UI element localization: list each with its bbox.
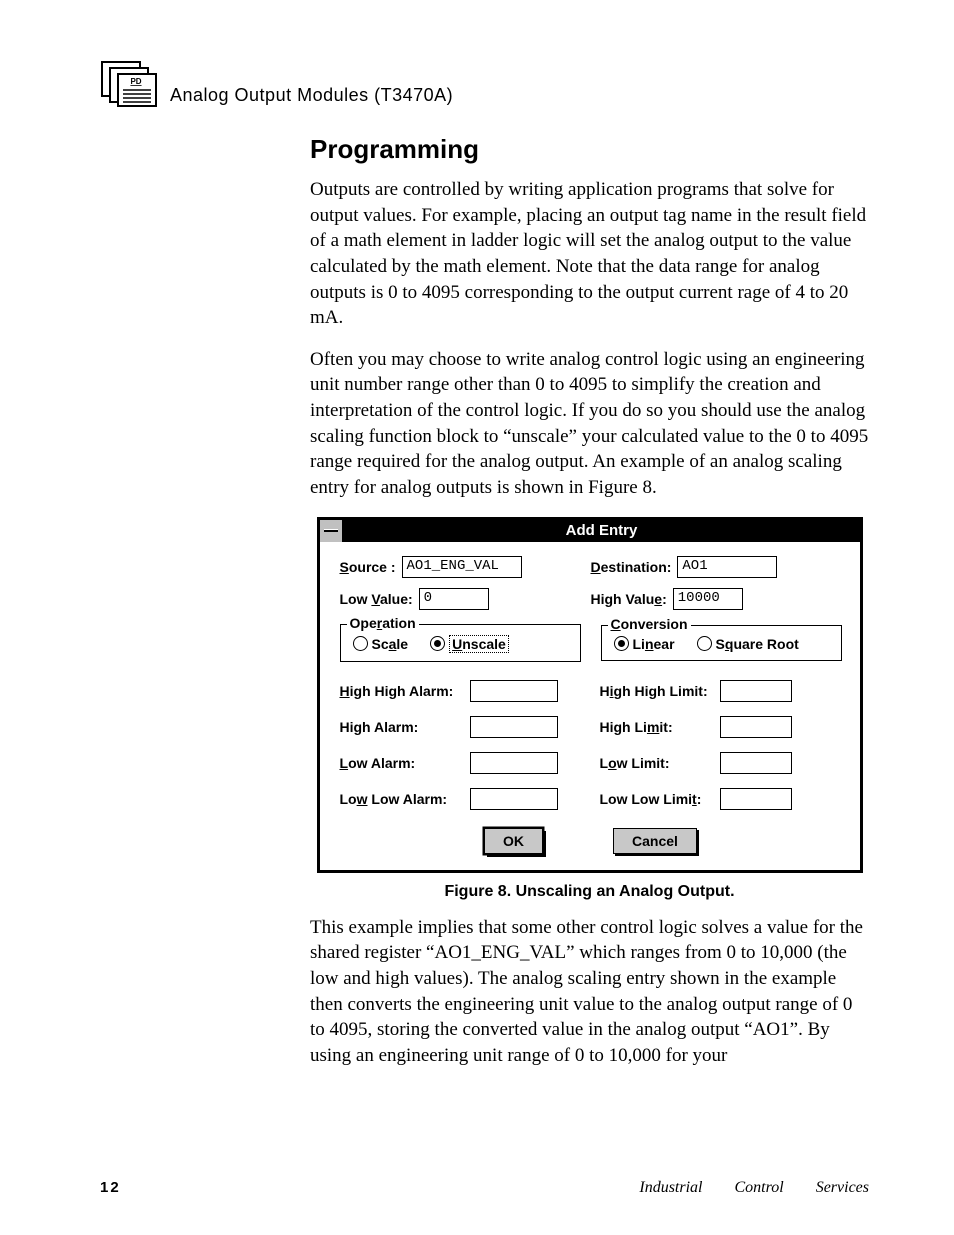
linear-radio[interactable] xyxy=(614,636,629,651)
unscale-radio[interactable] xyxy=(430,636,445,651)
svg-text:PD: PD xyxy=(130,77,141,86)
add-entry-dialog: Add Entry Source : AO1_ENG_VAL Destinati… xyxy=(317,517,863,873)
paragraph-3: This example implies that some other con… xyxy=(310,915,869,1069)
scale-label: Scale xyxy=(372,636,409,652)
cancel-button[interactable]: Cancel xyxy=(613,828,697,854)
high-high-limit-input[interactable] xyxy=(720,680,792,702)
destination-label: Destination: xyxy=(591,559,672,575)
source-label: Source : xyxy=(340,559,396,575)
high-limit-input[interactable] xyxy=(720,716,792,738)
high-value-label: High Value: xyxy=(591,591,667,607)
conversion-group: Conversion Linear Square Root xyxy=(601,625,842,661)
square-root-label: Square Root xyxy=(716,636,799,652)
unscale-label: Unscale xyxy=(449,635,509,653)
ok-button[interactable]: OK xyxy=(484,828,543,854)
linear-label: Linear xyxy=(633,636,675,652)
low-alarm-input[interactable] xyxy=(470,752,558,774)
square-root-radio[interactable] xyxy=(697,636,712,651)
scale-radio[interactable] xyxy=(353,636,368,651)
low-limit-input[interactable] xyxy=(720,752,792,774)
high-high-limit-label: High High Limit: xyxy=(600,683,720,699)
operation-group: Operation Scale Unscale xyxy=(340,624,581,662)
document-stack-icon: PD xyxy=(100,60,158,108)
source-input[interactable]: AO1_ENG_VAL xyxy=(402,556,522,578)
high-alarm-input[interactable] xyxy=(470,716,558,738)
system-menu-icon[interactable] xyxy=(320,520,344,542)
low-low-alarm-input[interactable] xyxy=(470,788,558,810)
header-title: Analog Output Modules (T3470A) xyxy=(170,85,453,108)
section-heading: Programming xyxy=(310,134,869,165)
paragraph-2: Often you may choose to write analog con… xyxy=(310,347,869,501)
high-value-input[interactable]: 10000 xyxy=(673,588,743,610)
page-number: 12 xyxy=(100,1179,121,1197)
low-value-label: Low Value: xyxy=(340,591,413,607)
destination-input[interactable]: AO1 xyxy=(677,556,777,578)
low-low-limit-label: Low Low Limit: xyxy=(600,791,720,807)
figure-caption: Figure 8. Unscaling an Analog Output. xyxy=(310,883,869,901)
low-alarm-label: Low Alarm: xyxy=(340,755,470,771)
high-high-alarm-input[interactable] xyxy=(470,680,558,702)
high-alarm-label: High Alarm: xyxy=(340,719,470,735)
footer-text: Industrial Control Services xyxy=(639,1179,869,1197)
low-value-input[interactable]: 0 xyxy=(419,588,489,610)
dialog-title: Add Entry xyxy=(344,522,860,539)
high-limit-label: High Limit: xyxy=(600,719,720,735)
low-limit-label: Low Limit: xyxy=(600,755,720,771)
paragraph-1: Outputs are controlled by writing applic… xyxy=(310,177,869,331)
low-low-alarm-label: Low Low Alarm: xyxy=(340,791,470,807)
low-low-limit-input[interactable] xyxy=(720,788,792,810)
high-high-alarm-label: High High Alarm: xyxy=(340,683,470,699)
